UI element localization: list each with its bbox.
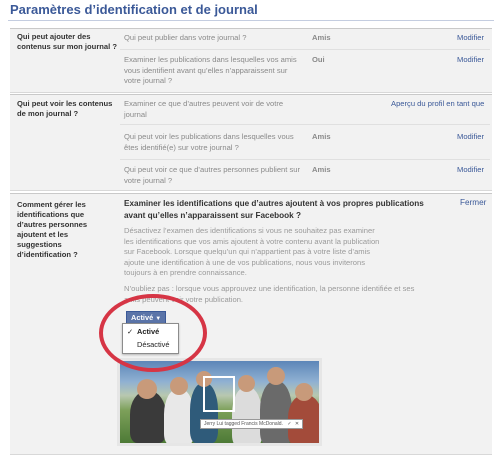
row-divider <box>120 49 490 50</box>
row-divider <box>120 124 490 125</box>
tag-review-question: Examiner les identifications que d’autre… <box>124 199 424 220</box>
section-label-who-can-see: Qui peut voir les contenus de mon journa… <box>17 99 113 118</box>
page-title: Paramètres d’identification et de journa… <box>10 2 258 17</box>
view-as-link[interactable]: Aperçu du profil en tant que <box>391 99 484 108</box>
value-others-posts-visibility: Amis <box>312 165 331 174</box>
question-review-posts: Examiner les publications dans lesquelle… <box>124 55 297 85</box>
close-link[interactable]: Fermer <box>460 198 486 207</box>
highlight-circle <box>99 294 207 372</box>
value-who-can-post: Amis <box>312 33 331 42</box>
tag-text: Jerry Lui tagged Francis McDonald. <box>204 421 283 427</box>
section-label-tag-review: Comment gérer les identifications que d’… <box>17 200 88 259</box>
edit-tagged-posts-visibility-link[interactable]: Modifier <box>457 132 484 141</box>
edit-review-posts-link[interactable]: Modifier <box>457 55 484 64</box>
edit-who-can-post-link[interactable]: Modifier <box>457 33 484 42</box>
remove-tag-icon[interactable]: ✕ <box>295 421 299 427</box>
question-others-posts-visibility: Qui peut voir ce que d’autres personnes … <box>124 165 301 185</box>
approve-tag-icon[interactable]: ✓ <box>287 421 291 427</box>
value-review-posts: Oui <box>312 55 325 64</box>
tag-box <box>203 376 235 412</box>
question-tagged-posts-visibility: Qui peut voir les publications dans lesq… <box>124 132 294 152</box>
tag-review-description: Désactivez l’examen des identifications … <box>124 226 380 277</box>
tag-toolbar: Jerry Lui tagged Francis McDonald. ✓ ✕ <box>200 419 304 429</box>
row-divider <box>120 159 490 160</box>
edit-others-posts-visibility-link[interactable]: Modifier <box>457 165 484 174</box>
question-who-can-post: Qui peut publier dans votre journal ? <box>124 33 247 42</box>
value-tagged-posts-visibility: Amis <box>312 132 331 141</box>
question-view-as: Examiner ce que d’autres peuvent voir de… <box>124 99 284 119</box>
title-divider <box>8 20 494 21</box>
section-label-who-can-post: Qui peut ajouter des contenus sur mon jo… <box>17 32 117 51</box>
